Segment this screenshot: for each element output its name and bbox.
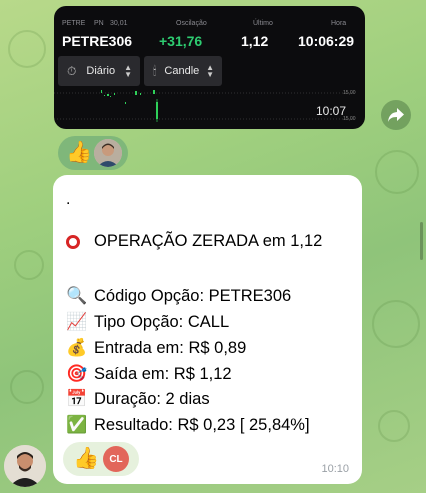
message-line: 🔍 Código Opção: PETRE306 bbox=[66, 286, 291, 306]
share-button[interactable] bbox=[381, 100, 411, 130]
type-label: PN bbox=[94, 20, 104, 27]
period-select-label: Diário bbox=[86, 65, 116, 77]
oscillation-column: Oscilação +31,76 bbox=[146, 6, 231, 54]
candle bbox=[153, 90, 155, 94]
message-line-text: Resultado: R$ 0,23 [ 25,84%] bbox=[94, 415, 310, 434]
strike-label: 30,01 bbox=[110, 20, 128, 27]
chart-time-label: 10:07 bbox=[316, 104, 347, 118]
period-select[interactable]: ⏱ Diário ▲ ▼ bbox=[58, 56, 140, 86]
check-mark-icon: ✅ bbox=[66, 415, 88, 434]
time-label: Hora bbox=[331, 20, 347, 27]
time-column: Hora 10:06:29 bbox=[291, 6, 365, 54]
stopwatch-icon: ⏱ bbox=[67, 63, 77, 78]
candle-icon: 🕯 bbox=[153, 63, 157, 78]
message-line: ✅ Resultado: R$ 0,23 [ 25,84%] bbox=[66, 415, 310, 435]
candle bbox=[114, 93, 115, 95]
message-reaction-bar[interactable]: 👍 CL bbox=[63, 442, 139, 476]
price-scale-high: 15,00 bbox=[343, 90, 356, 96]
updown-chevron-icon: ▲ ▼ bbox=[206, 63, 214, 79]
candle bbox=[140, 93, 141, 95]
updown-chevron-icon: ▲ ▼ bbox=[124, 63, 132, 79]
share-arrow-icon bbox=[388, 108, 404, 122]
scrollbar[interactable] bbox=[420, 222, 423, 260]
message-line-text: Entrada em: R$ 0,89 bbox=[94, 338, 247, 357]
last-label: Último bbox=[253, 20, 273, 27]
thumbs-up-icon[interactable]: 👍 bbox=[73, 442, 99, 476]
target-icon: 🎯 bbox=[66, 364, 88, 383]
ticker-column: PETRE PN 30,01 PETRE306 bbox=[54, 6, 146, 54]
magnifier-icon: 🔍 bbox=[66, 286, 88, 305]
candle bbox=[107, 94, 109, 96]
message-line-text: Saída em: R$ 1,12 bbox=[94, 364, 232, 383]
candle bbox=[101, 90, 102, 93]
last-column: Último 1,12 bbox=[231, 6, 291, 54]
candle bbox=[110, 96, 111, 97]
message-line-text: Duração: 2 dias bbox=[94, 389, 210, 408]
message-line-text: Tipo Opção: CALL bbox=[94, 312, 230, 331]
background-doodle bbox=[378, 410, 410, 442]
candle bbox=[135, 91, 137, 95]
message-line: 📈 Tipo Opção: CALL bbox=[66, 312, 229, 332]
background-doodle bbox=[8, 30, 46, 68]
calendar-icon: 📅 bbox=[66, 389, 88, 408]
chart-type-select-label: Candle bbox=[164, 65, 200, 77]
trade-screenshot-image[interactable]: PETRE PN 30,01 PETRE306 Oscilação +31,76… bbox=[54, 6, 365, 129]
money-bag-icon: 💰 bbox=[66, 338, 88, 357]
message-line-text: Código Opção: PETRE306 bbox=[94, 286, 292, 305]
oscillation-label: Oscilação bbox=[176, 20, 207, 27]
candle-marks bbox=[101, 90, 158, 122]
ticker-value: PETRE306 bbox=[62, 33, 133, 49]
last-value: 1,12 bbox=[241, 33, 269, 49]
message-timestamp: 10:10 bbox=[321, 463, 349, 475]
ticker-label: PETRE bbox=[62, 20, 86, 27]
message-line: 📅 Duração: 2 dias bbox=[66, 389, 210, 409]
message-line: 💰 Entrada em: R$ 0,89 bbox=[66, 338, 246, 358]
message-title: OPERAÇÃO ZERADA em 1,12 bbox=[66, 232, 322, 251]
background-doodle bbox=[375, 150, 419, 194]
message-title-text: OPERAÇÃO ZERADA em 1,12 bbox=[94, 232, 323, 250]
background-doodle bbox=[10, 370, 44, 404]
chart-type-select[interactable]: 🕯 Candle ▲ ▼ bbox=[144, 56, 222, 86]
chart-increasing-icon: 📈 bbox=[66, 312, 88, 331]
reactor-avatar bbox=[94, 139, 122, 167]
message-dot: . bbox=[66, 191, 71, 208]
red-circle-icon bbox=[66, 234, 80, 249]
reaction-bar[interactable]: 👍 bbox=[58, 136, 128, 170]
message-line: 🎯 Saída em: R$ 1,12 bbox=[66, 364, 232, 384]
oscillation-value: +31,76 bbox=[159, 33, 203, 49]
sender-avatar[interactable] bbox=[4, 445, 46, 487]
reactor-initials-badge: CL bbox=[103, 446, 129, 472]
candle bbox=[104, 95, 105, 96]
candle bbox=[125, 102, 126, 104]
background-doodle bbox=[372, 300, 420, 348]
quote-header: PETRE PN 30,01 PETRE306 Oscilação +31,76… bbox=[54, 6, 365, 54]
background-doodle bbox=[14, 250, 44, 280]
thumbs-up-icon[interactable]: 👍 bbox=[66, 136, 92, 170]
message-bubble[interactable]: . OPERAÇÃO ZERADA em 1,12 🔍 Código Opção… bbox=[53, 175, 362, 484]
time-value: 10:06:29 bbox=[298, 33, 355, 49]
